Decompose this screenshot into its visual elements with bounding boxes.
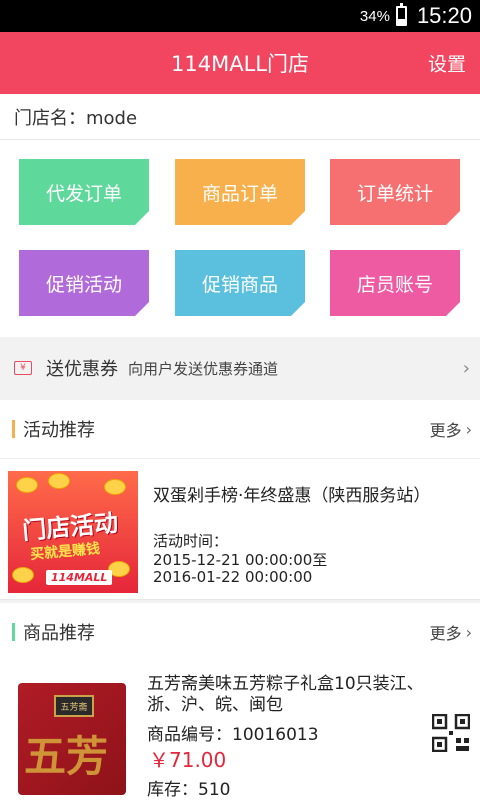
coin-decoration	[16, 477, 38, 493]
function-grid: 代发订单 商品订单 订单统计 促销活动 促销商品 店员账号	[0, 140, 480, 337]
brand-logo: 114MALL	[46, 570, 113, 585]
tile-staff-accounts[interactable]: 店员账号	[330, 250, 460, 316]
activity-time-end: 2016-01-22 00:00:00	[153, 568, 313, 586]
store-name: 门店名：mode	[0, 94, 480, 140]
battery-percentage: 34%	[359, 7, 390, 25]
coupon-icon: ¥	[14, 361, 32, 375]
section-accent-bar	[12, 420, 15, 438]
coupon-description: 向用户发送优惠券通道	[128, 359, 279, 378]
product-name: 五芳斋美味五芳粽子礼盒10只装江、浙、沪、皖、闽包	[147, 674, 424, 715]
product-card[interactable]: 五芳斋 五芳 五芳斋美味五芳粽子礼盒10只装江、浙、沪、皖、闽包 商品编号：10…	[0, 661, 480, 800]
more-label: 更多	[429, 421, 462, 440]
activity-time-label: 活动时间：	[153, 532, 229, 550]
tile-order-stats[interactable]: 订单统计	[330, 159, 460, 225]
battery-icon	[395, 3, 407, 26]
coupon-title: 送优惠券	[46, 359, 118, 380]
product-stock: 库存：510	[147, 780, 231, 800]
clock: 15:20	[416, 3, 472, 28]
coin-decoration	[104, 479, 126, 495]
tile-promo-products[interactable]: 促销商品	[175, 250, 305, 316]
page-title: 114MALL门店	[171, 52, 309, 76]
activity-card[interactable]: 门店活动 买就是赚钱 114MALL 双蛋剁手榜·年终盛惠（陕西服务站） 活动时…	[0, 458, 480, 600]
more-label: 更多	[429, 624, 462, 643]
coin-decoration	[48, 473, 70, 489]
tile-product-orders[interactable]: 商品订单	[175, 159, 305, 225]
coin-decoration	[12, 567, 34, 583]
product-section-header: 商品推荐 更多 ›	[0, 603, 480, 661]
qr-code-icon[interactable]	[432, 714, 470, 752]
activity-more-link[interactable]: 更多 ›	[430, 417, 472, 441]
product-code: 商品编号：10016013	[147, 725, 319, 745]
product-image: 五芳斋 五芳	[18, 683, 126, 795]
chevron-right-icon: ›	[465, 419, 472, 439]
settings-button[interactable]: 设置	[428, 50, 466, 77]
activity-section-title: 活动推荐	[23, 420, 95, 441]
tile-dropship-orders[interactable]: 代发订单	[19, 159, 149, 225]
product-more-link[interactable]: 更多 ›	[430, 620, 472, 644]
activity-image: 门店活动 买就是赚钱 114MALL	[8, 471, 138, 593]
status-bar: 34% 15:20	[0, 0, 480, 32]
product-image-label: 五芳斋	[54, 695, 94, 717]
section-accent-bar	[12, 623, 15, 641]
activity-time-start: 2015-12-21 00:00:00至	[153, 551, 328, 569]
chevron-right-icon: ›	[465, 622, 472, 642]
chevron-right-icon: ›	[462, 357, 470, 379]
app-header: 114MALL门店 设置	[0, 32, 480, 94]
product-image-text: 五芳	[24, 732, 109, 781]
activity-section-header: 活动推荐 更多 ›	[0, 400, 480, 458]
product-price: ￥71.00	[149, 748, 227, 772]
tile-promotions[interactable]: 促销活动	[19, 250, 149, 316]
activity-title: 双蛋剁手榜·年终盛惠（陕西服务站）	[153, 486, 431, 506]
product-section-title: 商品推荐	[23, 623, 95, 644]
send-coupon-row[interactable]: ¥ 送优惠券 向用户发送优惠券通道 ›	[0, 337, 480, 399]
